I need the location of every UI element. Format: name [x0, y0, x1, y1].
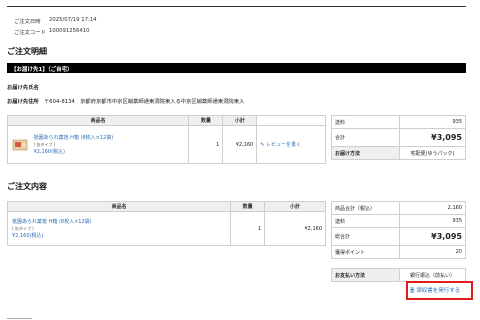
- receipt-button[interactable]: 🗎 領収書を発行する: [410, 286, 460, 296]
- col-qty: 数量: [188, 115, 224, 126]
- goods-total-label: 商品合計（税込）: [331, 201, 400, 215]
- shipping-destination-label: 【お届け先1】（ご自宅）: [11, 66, 73, 73]
- col-subtotal: 小計: [222, 115, 258, 126]
- col-qty: 数量: [230, 201, 266, 212]
- total-value: ¥3,095: [399, 128, 466, 147]
- recipient-address-label: お届け先住所: [7, 99, 39, 105]
- document-icon: 🗎: [410, 288, 415, 294]
- order-code-value: 100091256410: [49, 28, 90, 34]
- product-price: ¥2,160(税込): [12, 233, 44, 239]
- goods-total-value: 2,160: [399, 201, 466, 215]
- contents-table: 商品名 数量 小計 祇園あられ菓祇 H箱 (8枚入×12袋) ( 缶タイプ ) …: [6, 201, 326, 246]
- grand-total-value: ¥3,095: [399, 227, 466, 246]
- product-name-link[interactable]: 祇園あられ菓祇 H箱 (8枚入×12袋): [34, 134, 114, 141]
- receipt-button-label: 領収書を発行する: [416, 288, 461, 294]
- product-price: ¥2,160(税込): [33, 149, 65, 155]
- delivery-method-value: 宅配便(ゆうパック): [399, 146, 466, 160]
- product-name-link[interactable]: 祇園あられ菓祇 H箱 (8枚入×12袋): [12, 218, 226, 225]
- review-link[interactable]: レビューを書く: [266, 142, 301, 148]
- col-subtotal: 小計: [264, 201, 326, 212]
- total-label: 合計: [331, 128, 400, 147]
- item-subtotal: ¥2,160: [264, 211, 326, 246]
- contents-heading: ご注文内容: [7, 182, 47, 191]
- order-date-value: 2025/07/19 17:14: [49, 17, 97, 23]
- delivery-method-label: お届け方法: [331, 146, 400, 160]
- payment-method: お支払い方法 銀行振込（前払い）: [331, 268, 466, 282]
- col-product: 商品名: [6, 201, 232, 212]
- item-qty: 1: [230, 211, 266, 246]
- shipping-label: 送料: [331, 115, 400, 129]
- item-qty: 1: [188, 125, 224, 164]
- item-subtotal: ¥2,160: [222, 125, 258, 164]
- grand-total-label: 総合計: [331, 227, 400, 246]
- top-divider: [7, 6, 466, 7]
- item-table: 商品名 数量 小計 祇園あられ菓祇 H箱 (8枚入×12袋) ( 缶タイプ ) …: [6, 115, 326, 164]
- points-label: 獲得ポイント: [331, 245, 400, 259]
- table-row: 祇園あられ菓祇 H箱 (8枚入×12袋) ( 缶タイプ ) ¥2,160(税込): [6, 125, 190, 164]
- bottom-divider: [7, 318, 32, 319]
- shipping-value: 935: [399, 115, 466, 129]
- shipping-label: 送料: [331, 214, 400, 228]
- recipient-name-label: お届け先氏名: [7, 85, 39, 91]
- order-totals: 商品合計（税込） 2,160 送料 935 総合計 ¥3,095 獲得ポイント …: [331, 201, 466, 259]
- payment-label: お支払い方法: [331, 268, 400, 282]
- product-thumbnail[interactable]: [12, 136, 29, 153]
- order-date-label: ご注文日時: [14, 19, 41, 25]
- shipping-summary: 送料 935 合計 ¥3,095 お届け方法 宅配便(ゆうパック): [331, 115, 466, 160]
- shipping-value: 935: [399, 214, 466, 228]
- shipping-destination-bar: 【お届け先1】（ご自宅）: [7, 63, 466, 73]
- table-row: 祇園あられ菓祇 H箱 (8枚入×12袋) ( 缶タイプ ) ¥2,160(税込): [6, 211, 232, 246]
- payment-value: 銀行振込（前払い）: [399, 268, 466, 282]
- pencil-icon: ✎: [260, 142, 265, 148]
- details-heading: ご注文明細: [7, 47, 47, 56]
- col-product: 商品名: [6, 115, 190, 126]
- recipient-address-value: 〒604-8134 京都府京都市中京区蛸薬師通東洞院東入る中京区蛸薬師通東洞院東…: [44, 99, 244, 105]
- order-code-label: ご注文コード: [14, 30, 46, 36]
- points-value: 20: [399, 245, 466, 259]
